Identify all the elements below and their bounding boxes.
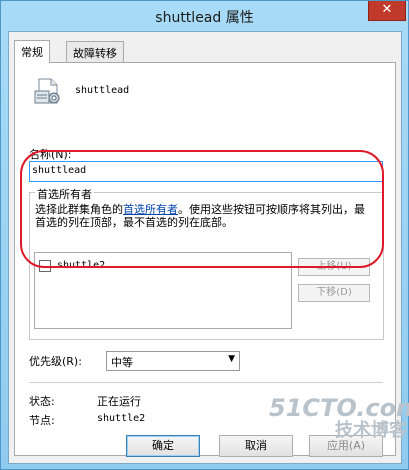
- name-input[interactable]: shuttlead: [29, 161, 383, 182]
- name-label: 名称(N):: [29, 148, 72, 161]
- owner-checkbox[interactable]: [39, 260, 51, 272]
- node-value: shuttle2: [97, 413, 146, 424]
- cluster-role-icon: [34, 78, 60, 104]
- priority-label: 优先级(R):: [29, 355, 82, 368]
- priority-value: 中等: [111, 356, 133, 369]
- move-up-button[interactable]: 上移(U): [298, 258, 370, 276]
- title-bar[interactable]: shuttlead 属性 ✕: [1, 1, 408, 31]
- apply-button[interactable]: 应用(A): [309, 435, 383, 457]
- divider: [29, 382, 383, 383]
- status-value: 正在运行: [97, 395, 141, 408]
- owner-node-label: shuttle2: [57, 260, 106, 271]
- preferred-owners-list[interactable]: shuttle2: [34, 252, 292, 329]
- preferred-owners-link[interactable]: 首选所有者: [123, 203, 178, 216]
- properties-dialog: shuttlead 属性 ✕ 常规 故障转移 shuttlead 名称(N): …: [0, 0, 409, 470]
- window-title: shuttlead 属性: [155, 10, 254, 26]
- status-label: 状态:: [29, 395, 55, 408]
- tab-failover[interactable]: 故障转移: [66, 41, 124, 62]
- move-down-button[interactable]: 下移(D): [298, 284, 370, 302]
- dialog-client-area: 常规 故障转移 shuttlead 名称(N): shuttlead 首选所有者…: [8, 31, 402, 464]
- ok-button[interactable]: 确定: [126, 435, 200, 457]
- cancel-button[interactable]: 取消: [219, 435, 293, 457]
- preferred-owners-group: 首选所有者 选择此群集角色的首选所有者。使用这些按钮可按顺序将其列出，最首选的列…: [29, 186, 384, 340]
- general-tab-panel: shuttlead 名称(N): shuttlead 首选所有者 选择此群集角色…: [14, 62, 396, 456]
- preferred-owners-description: 选择此群集角色的首选所有者。使用这些按钮可按顺序将其列出，最首选的列在顶部，最不…: [35, 203, 375, 229]
- close-button[interactable]: ✕: [368, 1, 406, 21]
- priority-select[interactable]: 中等 ▼: [106, 351, 240, 371]
- node-label: 节点:: [29, 414, 55, 427]
- chevron-down-icon: ▼: [228, 354, 235, 364]
- preferred-owners-title: 首选所有者: [35, 186, 94, 202]
- tab-general[interactable]: 常规: [14, 40, 50, 63]
- description-text: 选择此群集角色的: [35, 203, 123, 216]
- resource-name: shuttlead: [75, 85, 130, 96]
